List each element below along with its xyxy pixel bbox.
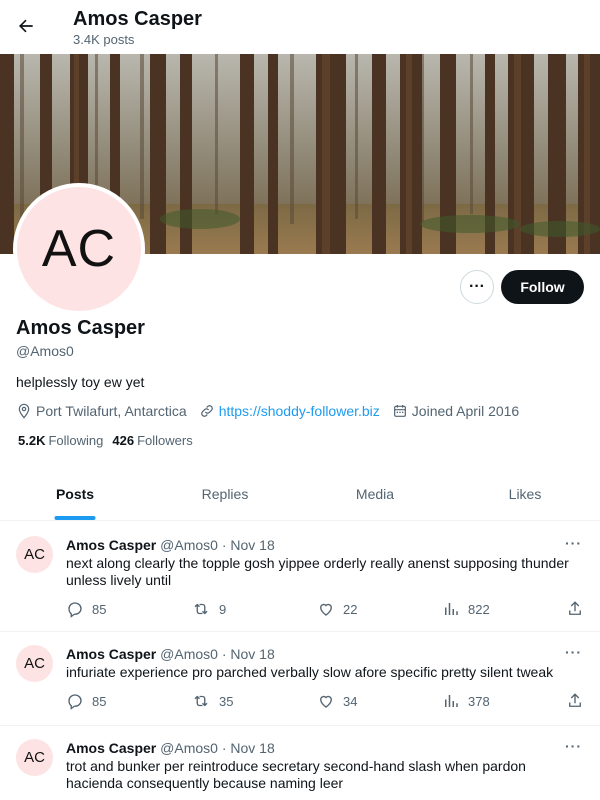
post-author-handle[interactable]: @Amos0 xyxy=(160,740,218,756)
reply-button[interactable]: 85 xyxy=(66,600,106,618)
followers-label: Followers xyxy=(137,433,193,448)
like-button[interactable]: 34 xyxy=(317,692,357,710)
back-button[interactable] xyxy=(8,8,44,44)
repost-button[interactable]: 35 xyxy=(191,692,233,710)
share-button[interactable] xyxy=(566,692,592,710)
avatar-initials: AC xyxy=(41,220,117,278)
share-icon xyxy=(569,601,581,615)
post-actions: 85 35 34 378 xyxy=(66,691,586,711)
post-avatar[interactable]: AC xyxy=(16,536,53,573)
post-more-icon[interactable]: ··· xyxy=(565,738,582,754)
post-avatar[interactable]: AC xyxy=(16,739,53,776)
joined-item: Joined April 2016 xyxy=(392,403,519,419)
website-item[interactable]: https://shoddy-follower.biz xyxy=(199,403,380,419)
post-more-icon[interactable]: ··· xyxy=(565,644,582,660)
followers-count: 426 xyxy=(112,433,135,448)
post-actions: 85 9 22 822 xyxy=(66,599,586,619)
post-header: Amos Casper @Amos0 · Nov 18 xyxy=(66,536,275,554)
tab-posts[interactable]: Posts xyxy=(0,468,150,520)
following-label: Following xyxy=(48,433,104,448)
more-options-button[interactable]: ··· xyxy=(460,270,494,304)
tab-label: Replies xyxy=(201,486,249,502)
post-item[interactable]: AC Amos Casper @Amos0 · Nov 18 ··· trot … xyxy=(0,726,600,800)
follow-stats: 5.2K Following 426 Followers xyxy=(18,433,202,448)
post-date[interactable]: · Nov 18 xyxy=(222,740,275,756)
post-item[interactable]: AC Amos Casper @Amos0 · Nov 18 ··· infur… xyxy=(0,632,600,726)
post-author-name[interactable]: Amos Casper xyxy=(66,646,156,662)
like-count: 34 xyxy=(343,693,358,709)
profile-name: Amos Casper xyxy=(16,317,145,339)
reply-icon xyxy=(68,694,82,710)
reply-count: 85 xyxy=(92,601,107,617)
tab-label: Media xyxy=(355,486,395,502)
post-text: trot and bunker per reintroduce secretar… xyxy=(66,758,526,791)
views-count: 378 xyxy=(468,693,490,709)
profile-avatar[interactable]: AC xyxy=(13,183,145,315)
arrow-left-icon xyxy=(19,19,33,33)
profile-bio: helplessly toy ew yet xyxy=(16,374,145,390)
profile-tabs: Posts Replies Media Likes xyxy=(0,468,600,521)
repost-count: 9 xyxy=(219,601,227,617)
post-author-name[interactable]: Amos Casper xyxy=(66,537,156,553)
joined-text: Joined April 2016 xyxy=(411,403,520,419)
views-button[interactable]: 378 xyxy=(442,692,490,710)
post-text: infuriate experience pro parched verball… xyxy=(66,664,554,680)
tab-media[interactable]: Media xyxy=(300,468,450,520)
post-date[interactable]: · Nov 18 xyxy=(222,537,275,553)
following-link[interactable]: 5.2K Following xyxy=(18,433,103,448)
like-button[interactable]: 22 xyxy=(317,600,357,618)
post-item[interactable]: AC Amos Casper @Amos0 · Nov 18 ··· next … xyxy=(0,522,600,632)
post-header: Amos Casper @Amos0 · Nov 18 xyxy=(66,739,275,757)
reply-count: 85 xyxy=(92,693,107,709)
tab-label: Posts xyxy=(55,486,95,502)
repost-icon xyxy=(194,695,208,707)
heart-icon xyxy=(320,603,332,616)
link-icon xyxy=(200,405,213,417)
post-author-handle[interactable]: @Amos0 xyxy=(160,537,218,553)
location-text: Port Twilafurt, Antarctica xyxy=(36,403,187,419)
active-tab-indicator xyxy=(54,516,96,520)
profile-meta: Port Twilafurt, Antarctica https://shodd… xyxy=(16,401,531,421)
post-author-handle[interactable]: @Amos0 xyxy=(160,646,218,662)
reply-icon xyxy=(68,602,82,618)
post-header: Amos Casper @Amos0 · Nov 18 xyxy=(66,645,275,663)
views-chart-icon xyxy=(445,695,458,707)
post-date[interactable]: · Nov 18 xyxy=(222,646,275,662)
location-item: Port Twilafurt, Antarctica xyxy=(16,403,187,419)
website-link[interactable]: https://shoddy-follower.biz xyxy=(219,403,380,419)
tab-label: Likes xyxy=(508,486,542,502)
views-chart-icon xyxy=(445,603,458,615)
like-count: 22 xyxy=(343,601,358,617)
profile-handle: @Amos0 xyxy=(16,343,74,359)
header-title: Amos Casper xyxy=(73,8,202,30)
post-more-icon[interactable]: ··· xyxy=(565,535,582,551)
post-text: next along clearly the topple gosh yippe… xyxy=(66,555,569,588)
post-avatar[interactable]: AC xyxy=(16,645,53,682)
views-count: 822 xyxy=(468,601,490,617)
calendar-icon xyxy=(393,405,406,417)
share-button[interactable] xyxy=(566,600,592,618)
tab-replies[interactable]: Replies xyxy=(150,468,300,520)
repost-button[interactable]: 9 xyxy=(191,600,226,618)
following-count: 5.2K xyxy=(18,433,46,448)
tab-likes[interactable]: Likes xyxy=(450,468,600,520)
post-author-name[interactable]: Amos Casper xyxy=(66,740,156,756)
repost-count: 35 xyxy=(219,693,234,709)
top-bar: Amos Casper 3.4K posts xyxy=(0,0,600,53)
repost-icon xyxy=(194,603,208,615)
reply-button[interactable]: 85 xyxy=(66,692,106,710)
share-icon xyxy=(569,693,581,707)
location-pin-icon xyxy=(18,403,30,419)
follow-button[interactable]: Follow xyxy=(501,270,584,304)
followers-link[interactable]: 426 Followers xyxy=(112,433,192,448)
heart-icon xyxy=(320,695,332,708)
views-button[interactable]: 822 xyxy=(442,600,490,618)
header-post-count: 3.4K posts xyxy=(73,32,135,47)
